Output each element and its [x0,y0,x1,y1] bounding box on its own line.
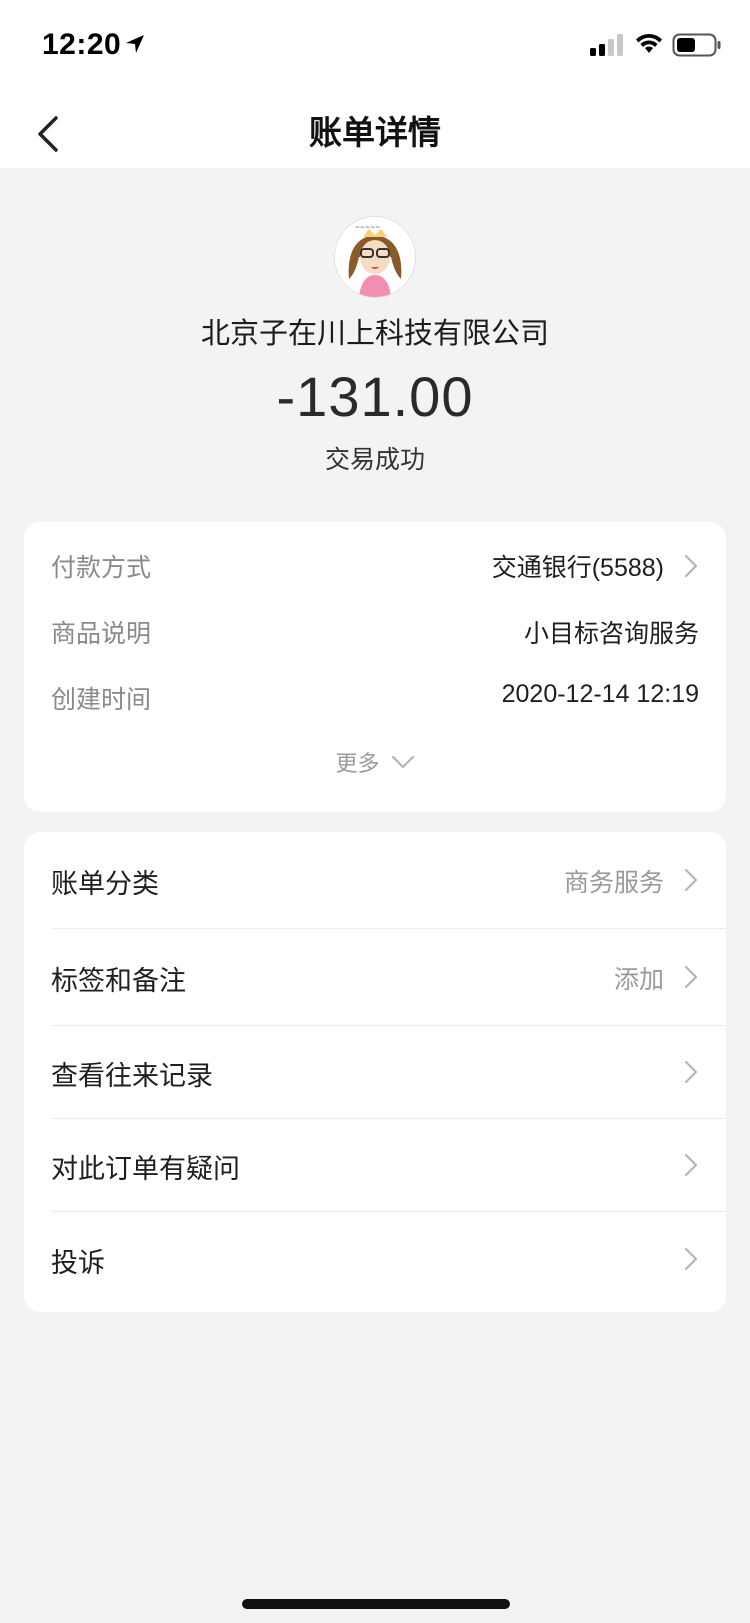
navigation-bar: 账单详情 [0,88,750,168]
avatar-illustration-icon: ~~~~~ [335,217,415,297]
product-description-label: 商品说明 [51,619,152,648]
svg-text:~~~~~: ~~~~~ [355,224,380,231]
order-question-label: 对此订单有疑问 [51,1154,240,1185]
tags-notes-row[interactable]: 标签和备注 添加 [24,929,726,1025]
chevron-right-icon [684,965,698,989]
bill-category-value: 商务服务 [563,868,664,897]
complaint-row[interactable]: 投诉 [24,1212,726,1306]
bill-category-row[interactable]: 账单分类 商务服务 [24,832,726,928]
transaction-status: 交易成功 [324,445,425,474]
merchant-name: 北京子在川上科技有限公司 [200,316,549,350]
more-toggle[interactable]: 更多 [24,746,726,786]
home-indicator [242,1599,510,1609]
battery-icon [672,33,721,57]
details-card: 付款方式 交通银行(5588) 商品说明 小目标咨询服务 创建时间 2020-1… [24,522,726,812]
page-title: 账单详情 [309,113,441,152]
chevron-right-icon [684,1247,698,1271]
location-arrow-icon [126,35,144,53]
cellular-signal-icon [590,34,623,56]
created-time-row: 创建时间 2020-12-14 12:19 [24,668,726,728]
more-label: 更多 [335,752,380,777]
product-description-value: 小目标咨询服务 [523,620,699,648]
merchant-avatar: ~~~~~ [334,216,416,298]
chevron-right-icon [684,868,698,892]
view-records-label: 查看往来记录 [51,1061,213,1092]
status-time: 12:20 [42,28,122,61]
chevron-right-icon [684,1153,698,1177]
created-time-label: 创建时间 [51,685,152,714]
product-description-row: 商品说明 小目标咨询服务 [24,602,726,662]
tags-notes-label: 标签和备注 [51,966,186,997]
chevron-right-icon [684,554,698,578]
payment-method-row[interactable]: 付款方式 交通银行(5588) [24,536,726,596]
actions-card: 账单分类 商务服务 标签和备注 添加 查看往来记录 对此订单有疑问 投诉 [24,832,726,1312]
transaction-amount: -131.00 [276,365,474,428]
chevron-down-icon [391,755,414,769]
status-bar: 12:20 [0,0,750,88]
wifi-icon [636,33,662,53]
payment-method-value: 交通银行(5588) [491,554,664,582]
chevron-right-icon [684,1060,698,1084]
tags-notes-value: 添加 [613,965,664,994]
payment-method-label: 付款方式 [51,553,152,582]
bill-category-label: 账单分类 [51,869,159,900]
transaction-header: ~~~~~ 北京子在川上科技有限公司 -131.00 交易成功 [0,168,750,508]
complaint-label: 投诉 [51,1248,105,1279]
created-time-value: 2020-12-14 12:19 [501,680,699,708]
order-question-row[interactable]: 对此订单有疑问 [24,1119,726,1211]
view-records-row[interactable]: 查看往来记录 [24,1026,726,1118]
